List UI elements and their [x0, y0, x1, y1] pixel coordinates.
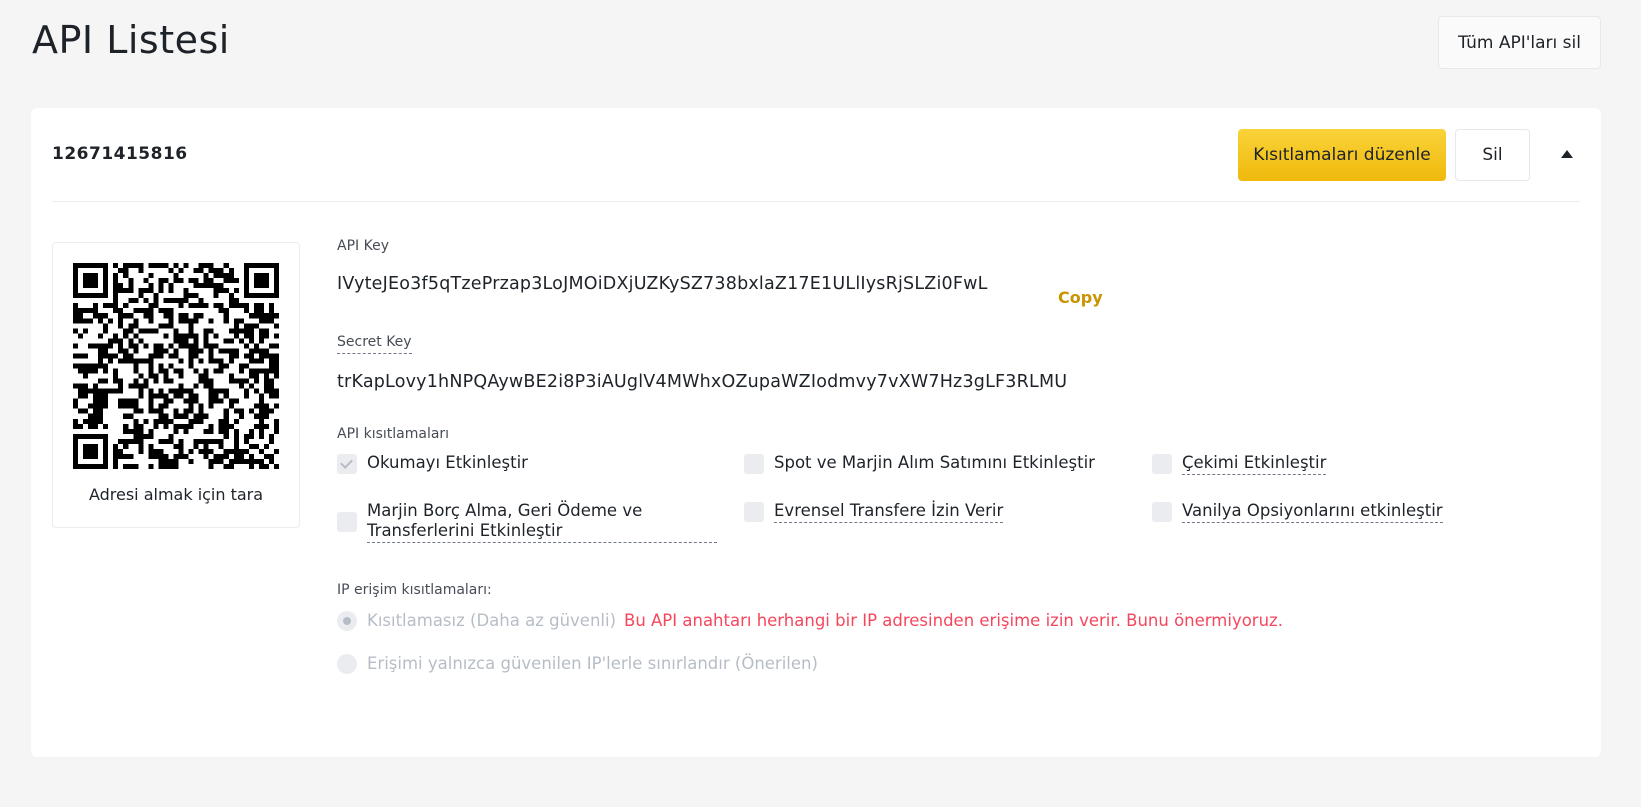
margin-borrow-label: Marjin Borç Alma, Geri Ödeme ve Transfer…	[367, 501, 717, 543]
delete-api-button[interactable]: Sil	[1455, 129, 1530, 181]
ip-warning-text: Bu API anahtarı herhangi bir IP adresind…	[624, 611, 1283, 630]
universal-transfer-label: Evrensel Transfere İzin Verir	[774, 501, 1004, 523]
universal-transfer-checkbox[interactable]	[744, 502, 764, 522]
read-label: Okumayı Etkinleştir	[367, 453, 528, 472]
api-restrictions-label: API kısıtlamaları	[337, 426, 450, 442]
ip-trusted-label: Erişimi yalnızca güvenilen IP'lerle sını…	[367, 654, 818, 673]
edit-restrictions-button[interactable]: Kısıtlamaları düzenle	[1238, 129, 1446, 181]
withdraw-checkbox[interactable]	[1152, 454, 1172, 474]
vanilla-options-checkbox[interactable]	[1152, 502, 1172, 522]
read-checkbox[interactable]	[337, 454, 357, 474]
ip-restrictions-label: IP erişim kısıtlamaları:	[337, 582, 492, 598]
secret-key-label: Secret Key	[337, 334, 412, 354]
page-title: API Listesi	[32, 18, 230, 62]
api-key-value: IVyteJEo3f5qTzePrzap3LoJMOiDXjUZKySZ738b…	[337, 274, 988, 294]
divider	[52, 201, 1580, 202]
withdraw-label: Çekimi Etkinleştir	[1182, 453, 1327, 475]
vanilla-options-label: Vanilya Opsiyonlarını etkinleştir	[1182, 501, 1443, 523]
collapse-caret-up-icon[interactable]	[1561, 150, 1573, 158]
api-card: 12671415816 Kısıtlamaları düzenle Sil Ad…	[31, 108, 1601, 757]
api-label-id: 12671415816	[52, 144, 188, 164]
spot-margin-trading-checkbox[interactable]	[744, 454, 764, 474]
spot-margin-trading-label: Spot ve Marjin Alım Satımını Etkinleştir	[774, 453, 1095, 472]
qr-code-panel: Adresi almak için tara	[52, 242, 300, 528]
margin-borrow-checkbox[interactable]	[337, 512, 357, 532]
ip-unrestricted-label: Kısıtlamasız (Daha az güvenli)	[367, 611, 617, 630]
qr-code-icon	[73, 263, 279, 469]
margin-borrow-label-line2: Transferlerini Etkinleştir	[367, 521, 717, 543]
copy-api-key-link[interactable]: Copy	[1058, 288, 1103, 307]
margin-borrow-label-line1: Marjin Borç Alma, Geri Ödeme ve	[367, 501, 643, 520]
secret-key-value: trKapLovy1hNPQAywBE2i8P3iAUglV4MWhxOZupa…	[337, 372, 1068, 392]
ip-trusted-radio[interactable]	[337, 654, 357, 674]
api-key-label: API Key	[337, 238, 389, 254]
ip-unrestricted-radio[interactable]	[337, 611, 357, 631]
delete-all-apis-button[interactable]: Tüm API'ları sil	[1438, 16, 1601, 69]
qr-caption: Adresi almak için tara	[88, 485, 264, 504]
